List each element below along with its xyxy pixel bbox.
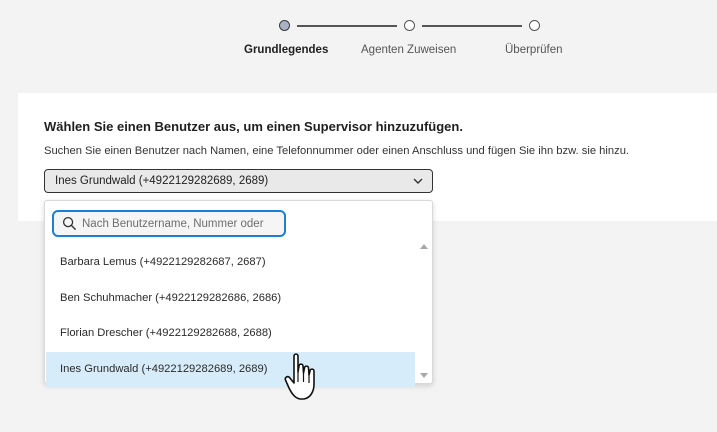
search-field[interactable]: [52, 210, 286, 237]
scroll-up-arrow-icon[interactable]: [420, 244, 428, 249]
progress-stepper: Grundlegendes Agenten Zuweisen Überprüfe…: [0, 0, 717, 70]
search-icon: [62, 216, 77, 231]
step-connector: [297, 25, 397, 27]
scroll-down-arrow-icon[interactable]: [420, 373, 428, 378]
list-item-selected[interactable]: Ines Grundwald (+4922129282689, 2689): [46, 351, 415, 387]
user-select-value: Ines Grundwald (+4922129282689, 2689): [55, 175, 269, 187]
hand-pointer-icon: [284, 353, 315, 400]
step-2-label: Agenten Zuweisen: [361, 44, 457, 56]
list-item[interactable]: Ben Schuhmacher (+4922129282686, 2686): [46, 281, 415, 317]
list-scrollbar[interactable]: [416, 238, 432, 382]
step-1-label: Grundlegendes: [244, 44, 329, 56]
list-item[interactable]: Florian Drescher (+4922129282688, 2688): [46, 316, 415, 352]
list-item[interactable]: Barbara Lemus (+4922129282687, 2687): [46, 245, 415, 281]
step-3-indicator: [529, 20, 540, 31]
step-3-label: Überprüfen: [505, 44, 563, 56]
user-dropdown-panel: Barbara Lemus (+4922129282687, 2687) Ben…: [44, 200, 433, 387]
search-input[interactable]: [82, 214, 278, 233]
step-1-indicator: [279, 20, 290, 31]
card-title: Wählen Sie einen Benutzer aus, um einen …: [44, 119, 463, 134]
chevron-down-icon: [413, 178, 423, 184]
step-2-indicator: [404, 20, 415, 31]
step-connector: [422, 25, 522, 27]
user-select[interactable]: Ines Grundwald (+4922129282689, 2689): [44, 169, 433, 193]
card-description: Suchen Sie einen Benutzer nach Namen, ei…: [44, 145, 630, 157]
user-list: Barbara Lemus (+4922129282687, 2687) Ben…: [46, 245, 415, 387]
